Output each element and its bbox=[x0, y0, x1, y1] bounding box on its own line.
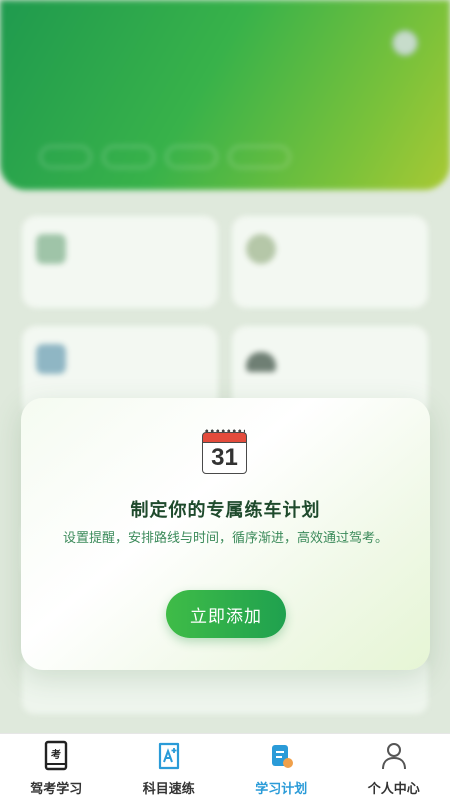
tab-label: 科目速练 bbox=[142, 782, 195, 797]
calendar-day: 31 bbox=[202, 442, 247, 474]
feature-card bbox=[232, 216, 428, 308]
tab-study-plan[interactable]: 学习计划 bbox=[225, 734, 338, 800]
feature-icon bbox=[36, 234, 66, 264]
tab-label: 驾考学习 bbox=[30, 782, 83, 797]
plan-modal: 31 制定你的专属练车计划 设置提醒，安排路线与时间，循序渐进，高效通过驾考。 … bbox=[21, 398, 430, 670]
tab-label: 个人中心 bbox=[367, 782, 420, 797]
modal-description: 设置提醒，安排路线与时间，循序渐进，高效通过驾考。 bbox=[62, 531, 388, 546]
tab-label: 学习计划 bbox=[255, 782, 308, 797]
hero-banner bbox=[0, 0, 450, 190]
plan-document-icon bbox=[272, 745, 294, 768]
tab-personal-center[interactable]: 个人中心 bbox=[338, 734, 450, 800]
add-now-button[interactable]: 立即添加 bbox=[166, 590, 286, 638]
a-plus-icon bbox=[158, 742, 179, 770]
hero-chip bbox=[228, 146, 291, 168]
svg-text:考: 考 bbox=[51, 748, 61, 761]
feature-icon bbox=[246, 352, 276, 372]
feature-grid bbox=[22, 216, 428, 418]
feature-icon bbox=[246, 234, 276, 264]
hero-chip bbox=[165, 146, 217, 168]
hero-chip bbox=[40, 146, 91, 168]
person-icon bbox=[381, 743, 406, 770]
hero-chip-row bbox=[40, 146, 291, 168]
feature-icon bbox=[36, 344, 66, 374]
tab-exam-study[interactable]: 考 驾考学习 bbox=[0, 734, 113, 800]
calendar-icon: 31 bbox=[202, 428, 247, 474]
feature-card bbox=[22, 216, 218, 308]
exam-book-icon: 考 bbox=[45, 740, 68, 771]
avatar bbox=[392, 30, 418, 56]
tab-subject-practice[interactable]: 科目速练 bbox=[113, 734, 226, 800]
bottom-tab-bar: 考 驾考学习 科目速练 学习计划 个人中心 bbox=[0, 733, 450, 800]
hero-chip bbox=[102, 146, 154, 168]
modal-title: 制定你的专属练车计划 bbox=[130, 500, 321, 521]
